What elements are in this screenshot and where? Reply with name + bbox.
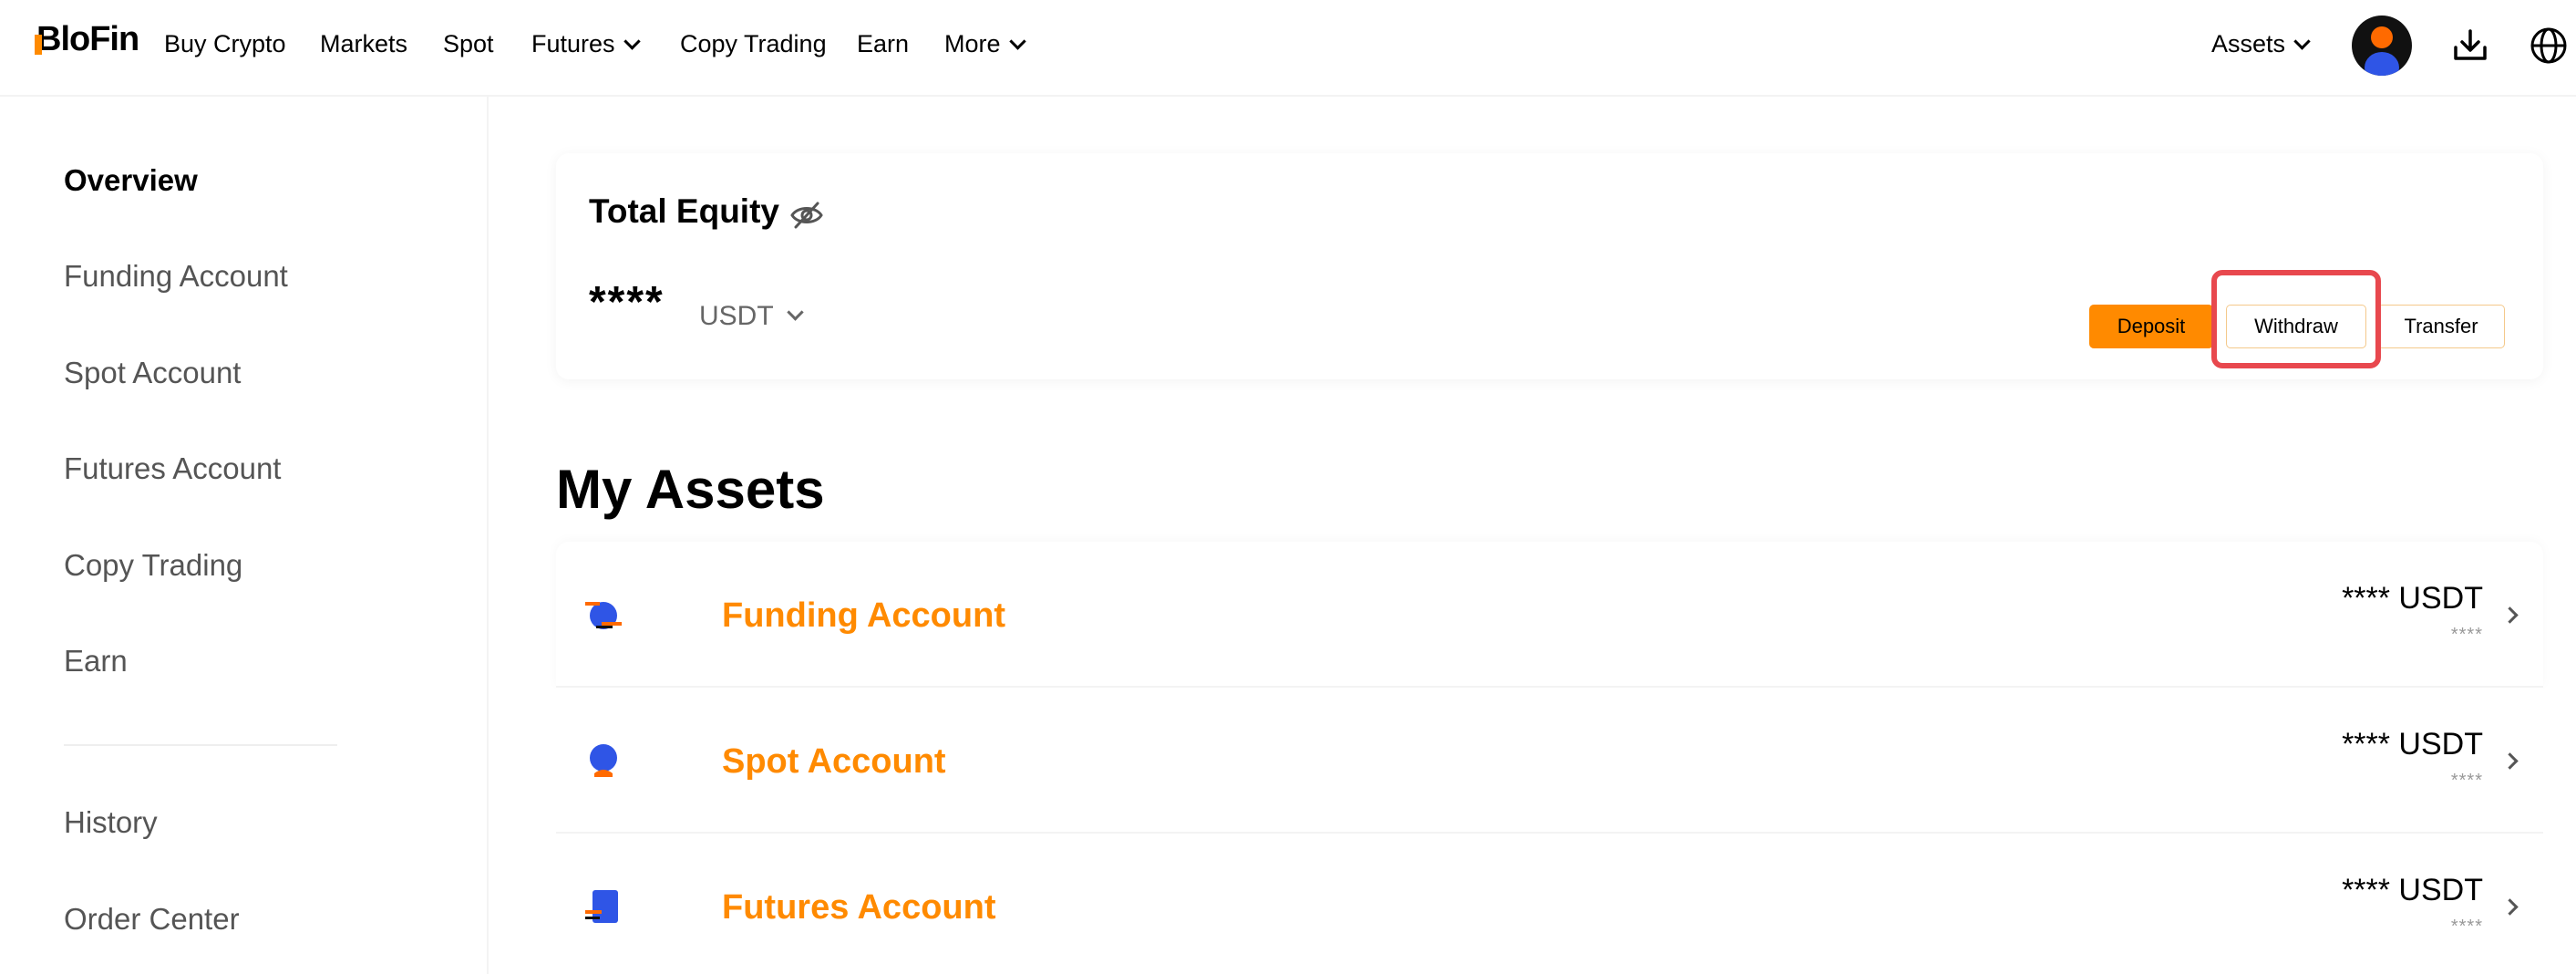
- total-equity-title: Total Equity: [589, 192, 779, 230]
- chevron-right-icon: [2501, 898, 2519, 916]
- sidebar-item-label: Copy Trading: [64, 548, 243, 582]
- nav-label: Copy Trading: [680, 30, 827, 57]
- nav-label: More: [944, 30, 1001, 57]
- sidebar-item-label: Order Center: [64, 902, 240, 936]
- nav-futures[interactable]: Futures: [531, 29, 641, 58]
- globe-icon[interactable]: [2527, 24, 2571, 67]
- nav-more[interactable]: More: [944, 29, 1026, 58]
- sidebar-item-copy-trading[interactable]: Copy Trading: [64, 547, 242, 584]
- deposit-button[interactable]: Deposit: [2089, 305, 2213, 348]
- chevron-right-icon: [2501, 752, 2519, 770]
- nav-buy-crypto[interactable]: Buy Crypto: [164, 29, 286, 58]
- withdraw-button[interactable]: Withdraw: [2226, 305, 2366, 348]
- asset-value: **** USDT: [2342, 873, 2483, 907]
- sidebar-item-label: Spot Account: [64, 356, 242, 389]
- asset-name: Spot Account: [722, 742, 946, 781]
- total-equity-card: Total Equity **** USDT Deposit Withdraw …: [556, 153, 2543, 379]
- nav-label: Markets: [320, 30, 408, 57]
- sidebar-item-earn[interactable]: Earn: [64, 643, 128, 679]
- eye-hidden-icon[interactable]: [788, 199, 825, 232]
- nav-label: Earn: [857, 30, 910, 57]
- sidebar-divider: [64, 744, 337, 746]
- chevron-down-icon[interactable]: [787, 304, 804, 321]
- funding-account-icon: [585, 602, 622, 629]
- sidebar-item-funding-account[interactable]: Funding Account: [64, 258, 288, 295]
- chevron-right-icon: [2501, 606, 2519, 624]
- nav-markets[interactable]: Markets: [320, 29, 407, 58]
- nav-label: Spot: [443, 30, 494, 57]
- avatar-body: [2365, 52, 2399, 76]
- my-assets-title: My Assets: [556, 459, 825, 520]
- asset-value: **** USDT: [2342, 727, 2483, 762]
- avatar[interactable]: [2352, 16, 2412, 76]
- spot-account-icon: [590, 744, 617, 777]
- sidebar: Overview Funding Account Spot Account Fu…: [0, 97, 489, 974]
- sidebar-item-label: Earn: [64, 644, 128, 678]
- asset-row-spot-account[interactable]: Spot Account **** USDT ****: [556, 688, 2543, 834]
- chevron-down-icon: [623, 33, 641, 50]
- logo-text: BloFin: [36, 20, 139, 58]
- asset-value: **** USDT: [2342, 581, 2483, 616]
- blofin-logo[interactable]: BloFin: [36, 22, 139, 57]
- asset-sub-value: ****: [2450, 771, 2483, 791]
- avatar-head: [2371, 26, 2393, 48]
- transfer-button[interactable]: Transfer: [2377, 305, 2505, 348]
- total-equity-value: ****: [589, 278, 665, 326]
- nav-spot[interactable]: Spot: [443, 29, 494, 58]
- top-navigation: BloFin Buy Crypto Markets Spot Futures C…: [0, 0, 2576, 97]
- sidebar-item-order-center[interactable]: Order Center: [64, 901, 240, 938]
- asset-row-funding-account[interactable]: Funding Account **** USDT ****: [556, 542, 2543, 688]
- sidebar-item-label: Funding Account: [64, 259, 288, 293]
- asset-name: Funding Account: [722, 596, 1005, 635]
- chevron-down-icon: [1008, 33, 1026, 50]
- nav-label: Assets: [2211, 30, 2286, 57]
- sidebar-item-label: Futures Account: [64, 451, 282, 485]
- asset-name: Futures Account: [722, 888, 996, 927]
- chevron-down-icon: [2293, 33, 2311, 50]
- nav-copy-trading[interactable]: Copy Trading: [680, 29, 827, 58]
- equity-currency-select[interactable]: USDT: [699, 301, 774, 332]
- sidebar-item-history[interactable]: History: [64, 804, 158, 841]
- sidebar-item-overview[interactable]: Overview: [64, 162, 198, 199]
- futures-account-icon: [585, 890, 618, 923]
- asset-sub-value: ****: [2450, 625, 2483, 645]
- nav-assets[interactable]: Assets: [2211, 29, 2311, 58]
- sidebar-item-label: History: [64, 805, 158, 839]
- asset-row-futures-account[interactable]: Futures Account **** USDT ****: [556, 834, 2543, 974]
- asset-sub-value: ****: [2450, 917, 2483, 937]
- sidebar-item-spot-account[interactable]: Spot Account: [64, 355, 241, 391]
- nav-earn[interactable]: Earn: [857, 29, 909, 58]
- sidebar-item-futures-account[interactable]: Futures Account: [64, 451, 281, 487]
- download-icon[interactable]: [2448, 24, 2492, 67]
- nav-label: Futures: [531, 30, 615, 57]
- nav-label: Buy Crypto: [164, 30, 286, 57]
- sidebar-item-label: Overview: [64, 163, 198, 197]
